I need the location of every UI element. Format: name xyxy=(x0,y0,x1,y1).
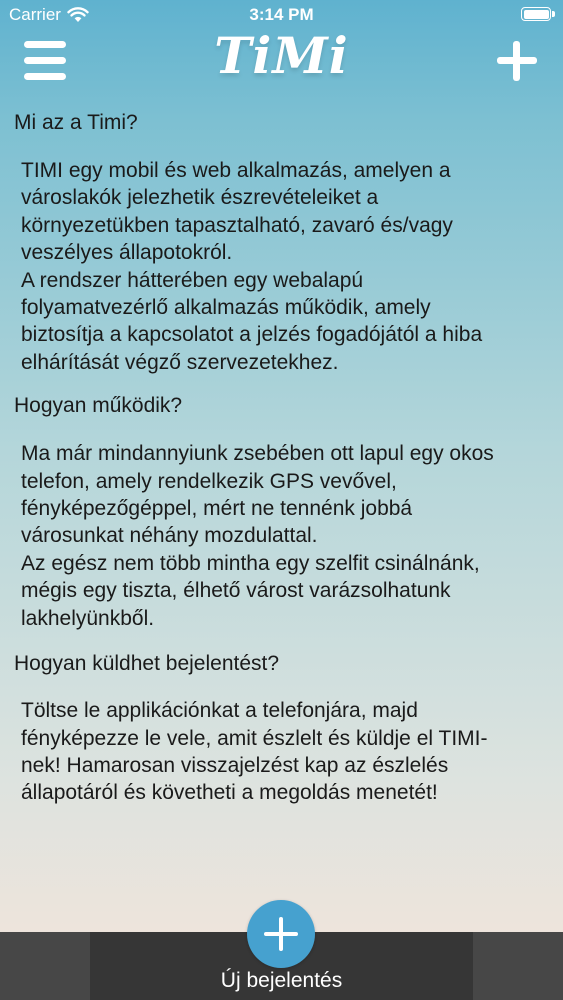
battery-level xyxy=(523,9,549,19)
section-title-send: Hogyan küldhet bejelentést? xyxy=(14,652,280,676)
add-plus-icon[interactable] xyxy=(497,41,537,81)
section-body-how: Ma már mindannyiunk zsebében ott lapul e… xyxy=(21,442,494,630)
battery-tip xyxy=(552,11,555,17)
info-content[interactable]: Mi az a Timi? TIMI egy mobil és web alka… xyxy=(0,96,563,932)
new-report-plus-icon[interactable] xyxy=(247,900,315,968)
section-body-what: TIMI egy mobil és web alkalmazás, amelye… xyxy=(21,159,483,374)
status-time: 3:14 PM xyxy=(249,5,314,24)
new-report-label[interactable]: Új bejelentés xyxy=(0,969,563,993)
app-logo: TiMi xyxy=(214,26,349,85)
battery-icon xyxy=(521,7,555,21)
nav-bar: TiMi xyxy=(0,26,563,96)
section-title-how: Hogyan működik? xyxy=(14,394,183,418)
section-body-send: Töltse le applikációnkat a telefonjára, … xyxy=(21,699,488,805)
section-title-what: Mi az a Timi? xyxy=(14,111,138,134)
